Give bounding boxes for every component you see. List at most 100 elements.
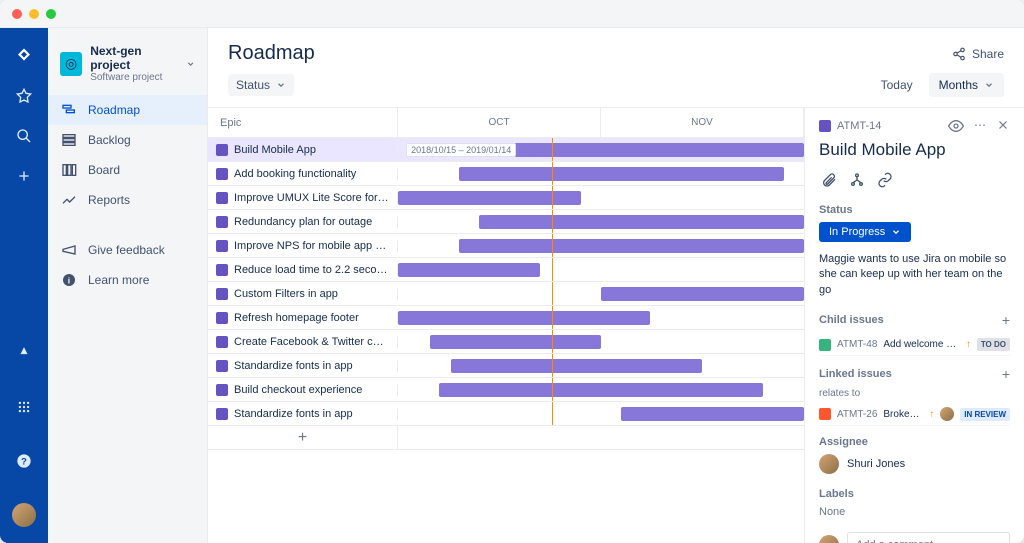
- issue-breadcrumb[interactable]: ATMT-14: [819, 120, 881, 132]
- gantt-bar[interactable]: [430, 335, 601, 349]
- search-icon[interactable]: [12, 124, 36, 148]
- epic-row[interactable]: Build Mobile App 2018/10/15 – 2019/01/14: [208, 138, 804, 162]
- project-subtitle: Software project: [90, 72, 178, 83]
- epic-name-cell[interactable]: Reduce load time to 2.2 seconds: [208, 264, 398, 276]
- gantt-bar[interactable]: [479, 215, 804, 229]
- linked-issue-row[interactable]: ATMT-26 Broken status ind… ↑ IN REVIEW: [819, 403, 1010, 426]
- nav-reports[interactable]: Reports: [48, 185, 207, 215]
- epic-name-cell[interactable]: Improve UMUX Lite Score for checko…: [208, 192, 398, 204]
- gantt-bar[interactable]: [451, 359, 703, 373]
- link-icon[interactable]: [875, 170, 895, 190]
- close-window-icon[interactable]: [12, 9, 22, 19]
- epic-row[interactable]: Reduce load time to 2.2 seconds: [208, 258, 804, 282]
- comment-input[interactable]: Add a comment…: [847, 532, 1010, 543]
- months-dropdown[interactable]: Months: [929, 73, 1004, 97]
- notification-icon[interactable]: [12, 341, 36, 365]
- epic-icon: [216, 360, 228, 372]
- window-titlebar: [0, 0, 1024, 28]
- nav-backlog[interactable]: Backlog: [48, 125, 207, 155]
- gantt-bar[interactable]: [398, 311, 650, 325]
- epic-row[interactable]: Add booking functionality: [208, 162, 804, 186]
- epic-row[interactable]: Custom Filters in app: [208, 282, 804, 306]
- megaphone-icon: [60, 241, 78, 259]
- story-icon: [819, 339, 831, 351]
- jira-logo-icon[interactable]: [12, 44, 36, 68]
- epic-row[interactable]: Standardize fonts in app: [208, 402, 804, 426]
- chevron-down-icon: [186, 59, 195, 69]
- epic-row[interactable]: Improve UMUX Lite Score for checko…: [208, 186, 804, 210]
- project-sidebar: ◎ Next-gen project Software project Road…: [48, 28, 208, 543]
- nav-board[interactable]: Board: [48, 155, 207, 185]
- maximize-window-icon[interactable]: [46, 9, 56, 19]
- epic-row[interactable]: Refresh homepage footer: [208, 306, 804, 330]
- nav-feedback[interactable]: Give feedback: [48, 235, 207, 265]
- gantt-bar[interactable]: [459, 239, 804, 253]
- nav-roadmap[interactable]: Roadmap: [48, 95, 207, 125]
- epic-name-cell[interactable]: Build checkout experience: [208, 384, 398, 396]
- app-switcher-icon[interactable]: [12, 395, 36, 419]
- epic-name-cell[interactable]: Redundancy plan for outage: [208, 216, 398, 228]
- subtask-icon[interactable]: [847, 170, 867, 190]
- epic-row[interactable]: Build checkout experience: [208, 378, 804, 402]
- assignee-label: Assignee: [819, 436, 1010, 448]
- epic-icon: [216, 312, 228, 324]
- nav-board-label: Board: [88, 163, 120, 177]
- project-logo-icon: ◎: [60, 52, 82, 76]
- share-button[interactable]: Share: [952, 47, 1004, 61]
- project-switcher[interactable]: ◎ Next-gen project Software project: [48, 40, 207, 95]
- nav-learn[interactable]: i Learn more: [48, 265, 207, 295]
- epic-name-cell[interactable]: Standardize fonts in app: [208, 360, 398, 372]
- epic-icon: [216, 216, 228, 228]
- gantt-bar[interactable]: [459, 167, 784, 181]
- add-linked-issue-button[interactable]: +: [1002, 366, 1010, 382]
- epic-name-cell[interactable]: Custom Filters in app: [208, 288, 398, 300]
- epic-name-cell[interactable]: Create Facebook & Twitter connector: [208, 336, 398, 348]
- project-name: Next-gen project: [90, 44, 178, 72]
- today-button[interactable]: Today: [871, 73, 923, 97]
- add-epic-button[interactable]: +: [208, 426, 398, 450]
- child-issues-label: Child issues: [819, 314, 884, 326]
- epic-name-cell[interactable]: Refresh homepage footer: [208, 312, 398, 324]
- labels-value[interactable]: None: [819, 506, 1010, 518]
- child-issue-row[interactable]: ATMT-48 Add welcome screen for m… ↑ TO D…: [819, 334, 1010, 356]
- gantt-bar[interactable]: [439, 383, 764, 397]
- relates-to-label: relates to: [819, 388, 1010, 399]
- status-lozenge: IN REVIEW: [960, 408, 1010, 421]
- gantt-bar[interactable]: [621, 407, 804, 421]
- epic-icon: [216, 384, 228, 396]
- epic-row[interactable]: Improve NPS for mobile app users by …: [208, 234, 804, 258]
- epic-icon: [216, 168, 228, 180]
- status-dropdown[interactable]: In Progress: [819, 222, 911, 242]
- issue-title[interactable]: Build Mobile App: [819, 140, 1010, 160]
- plus-icon[interactable]: [12, 164, 36, 188]
- today-marker: [552, 138, 553, 161]
- epic-row[interactable]: Standardize fonts in app: [208, 354, 804, 378]
- watch-icon[interactable]: [948, 118, 964, 134]
- add-child-issue-button[interactable]: +: [1002, 312, 1010, 328]
- gantt-bar-area: [398, 330, 804, 353]
- roadmap-icon: [60, 101, 78, 119]
- issue-description[interactable]: Maggie wants to use Jira on mobile so sh…: [819, 252, 1010, 298]
- help-icon[interactable]: ?: [12, 449, 36, 473]
- gantt-bar[interactable]: [512, 143, 804, 157]
- gantt-bar[interactable]: [601, 287, 804, 301]
- attach-icon[interactable]: [819, 170, 839, 190]
- epic-name-cell[interactable]: Build Mobile App: [208, 144, 398, 156]
- epic-name-cell[interactable]: Add booking functionality: [208, 168, 398, 180]
- epic-name-cell[interactable]: Improve NPS for mobile app users by …: [208, 240, 398, 252]
- date-range-tooltip: 2018/10/15 – 2019/01/14: [406, 143, 516, 157]
- epic-icon: [216, 144, 228, 156]
- more-icon[interactable]: ⋯: [974, 118, 986, 134]
- star-icon[interactable]: [12, 84, 36, 108]
- close-icon[interactable]: [996, 118, 1010, 134]
- epic-row[interactable]: Create Facebook & Twitter connector: [208, 330, 804, 354]
- assignee-field[interactable]: Shuri Jones: [819, 454, 1010, 474]
- gantt-bar[interactable]: [398, 191, 581, 205]
- epic-row[interactable]: Redundancy plan for outage: [208, 210, 804, 234]
- minimize-window-icon[interactable]: [29, 9, 39, 19]
- profile-avatar[interactable]: [12, 503, 36, 527]
- status-filter[interactable]: Status: [228, 74, 294, 96]
- epic-name-cell[interactable]: Standardize fonts in app: [208, 408, 398, 420]
- gantt-bar[interactable]: [398, 263, 540, 277]
- linked-avatar: [940, 407, 954, 421]
